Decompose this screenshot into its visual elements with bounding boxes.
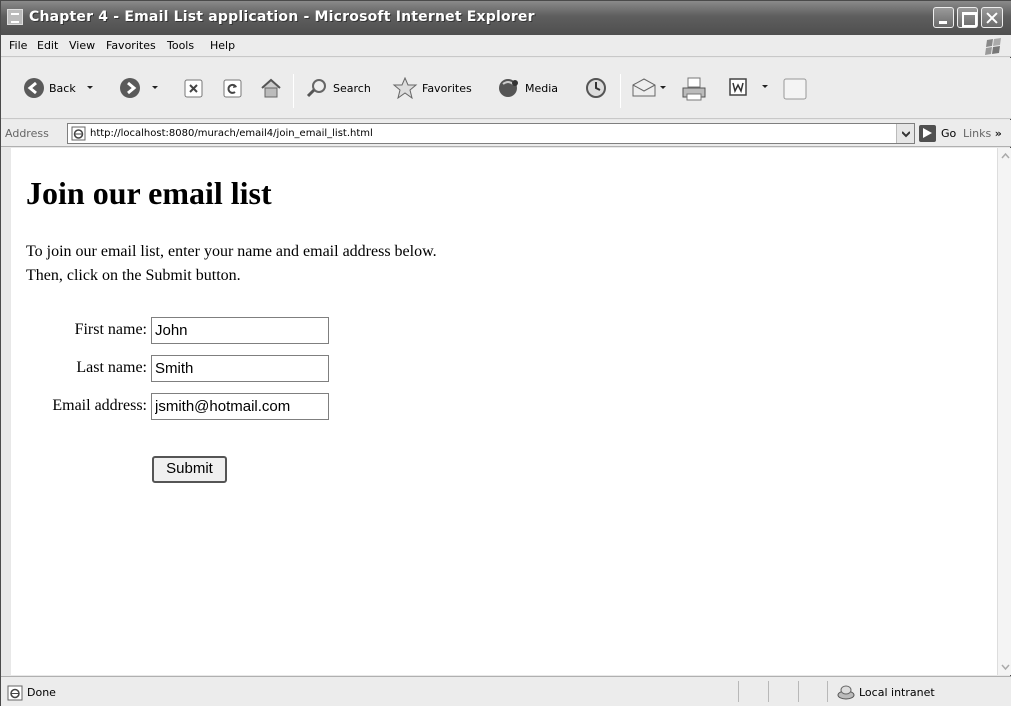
chevron-down-icon[interactable]	[761, 83, 769, 91]
chevron-down-icon	[902, 131, 910, 138]
menu-view[interactable]: View	[69, 39, 95, 52]
ie-page-icon	[7, 685, 23, 701]
discuss-icon[interactable]	[782, 77, 808, 101]
toolbar-separator	[620, 74, 621, 108]
media-icon	[499, 79, 518, 97]
mail-icon	[632, 78, 656, 97]
status-divider	[798, 681, 799, 702]
go-label: Go	[941, 127, 957, 140]
address-url: http://localhost:8080/murach/email4/join…	[90, 128, 373, 139]
menu-bar: File Edit View Favorites Tools Help	[1, 35, 1011, 57]
address-dropdown[interactable]	[896, 124, 914, 143]
refresh-icon[interactable]	[223, 79, 242, 98]
scroll-up-icon[interactable]	[999, 150, 1011, 163]
chevron-down-icon[interactable]	[659, 84, 667, 92]
ie-page-icon	[71, 126, 86, 141]
status-bar: Done Local intranet	[1, 676, 1011, 706]
address-input[interactable]: http://localhost:8080/murach/email4/join…	[67, 123, 915, 144]
chevron-down-icon[interactable]	[86, 84, 94, 92]
local-intranet-icon	[837, 685, 855, 700]
mail-button[interactable]	[631, 77, 667, 99]
forward-button[interactable]	[119, 77, 159, 99]
status-divider	[738, 681, 739, 702]
minimize-button[interactable]	[933, 7, 954, 28]
security-zone: Local intranet	[859, 686, 935, 699]
title-bar[interactable]: Chapter 4 - Email List application - Mic…	[1, 1, 1011, 35]
page-title: Join our email list	[26, 175, 272, 211]
menu-file[interactable]: File	[9, 39, 27, 52]
browser-window: Chapter 4 - Email List application - Mic…	[0, 0, 1011, 706]
word-edit-icon	[729, 78, 747, 96]
scroll-down-icon[interactable]	[999, 660, 1011, 673]
intro-line: Then, click on the Submit button.	[26, 267, 241, 284]
go-arrow-icon	[919, 125, 936, 142]
intro-line: To join our email list, enter your name …	[26, 243, 437, 260]
history-icon[interactable]	[584, 77, 608, 99]
status-divider	[827, 681, 828, 702]
back-arrow-icon	[24, 78, 44, 98]
search-icon	[306, 79, 326, 98]
close-button[interactable]	[981, 7, 1003, 28]
ie-page-icon	[7, 9, 23, 25]
forward-arrow-icon	[120, 78, 140, 98]
star-icon	[392, 77, 418, 99]
submit-button[interactable]: Submit	[152, 456, 227, 483]
menu-tools[interactable]: Tools	[167, 39, 194, 52]
status-divider	[768, 681, 769, 702]
back-button[interactable]: Back	[23, 77, 94, 99]
edit-button[interactable]	[729, 78, 769, 96]
menu-favorites[interactable]: Favorites	[106, 39, 156, 52]
address-bar: Address http://localhost:8080/murach/ema…	[1, 120, 1011, 147]
address-label: Address	[5, 127, 49, 140]
search-label: Search	[333, 81, 371, 95]
first-name-field[interactable]	[151, 317, 329, 344]
first-name-label: First name:	[74, 321, 147, 338]
stop-icon[interactable]	[184, 79, 203, 98]
menu-help[interactable]: Help	[210, 39, 235, 52]
vertical-scrollbar[interactable]	[997, 148, 1011, 675]
chevron-down-icon[interactable]	[151, 84, 159, 92]
email-address-label: Email address:	[52, 397, 147, 414]
last-name-label: Last name:	[76, 359, 147, 376]
toolbar-separator	[293, 74, 294, 108]
home-icon[interactable]	[259, 77, 283, 99]
toolbar: Back Search Favorites Media	[1, 58, 1011, 119]
page-content: Join our email list To join our email li…	[11, 148, 997, 675]
windows-logo-icon	[985, 38, 1001, 55]
menu-edit[interactable]: Edit	[37, 39, 58, 52]
media-label: Media	[525, 81, 559, 95]
intro-text: To join our email list, enter your name …	[26, 240, 437, 288]
links-label: Links	[963, 127, 992, 140]
favorites-label: Favorites	[422, 81, 472, 95]
go-button[interactable]: Go	[919, 125, 956, 142]
status-text: Done	[27, 686, 56, 699]
media-button[interactable]: Media	[497, 77, 558, 99]
back-label: Back	[49, 81, 76, 95]
window-title: Chapter 4 - Email List application - Mic…	[29, 9, 535, 25]
maximize-button[interactable]	[957, 7, 978, 28]
last-name-field[interactable]	[151, 355, 329, 382]
links-button[interactable]: Links »	[963, 127, 1002, 140]
search-button[interactable]: Search	[305, 77, 371, 99]
email-field[interactable]	[151, 393, 329, 420]
print-icon[interactable]	[680, 76, 708, 102]
favorites-button[interactable]: Favorites	[392, 77, 472, 99]
